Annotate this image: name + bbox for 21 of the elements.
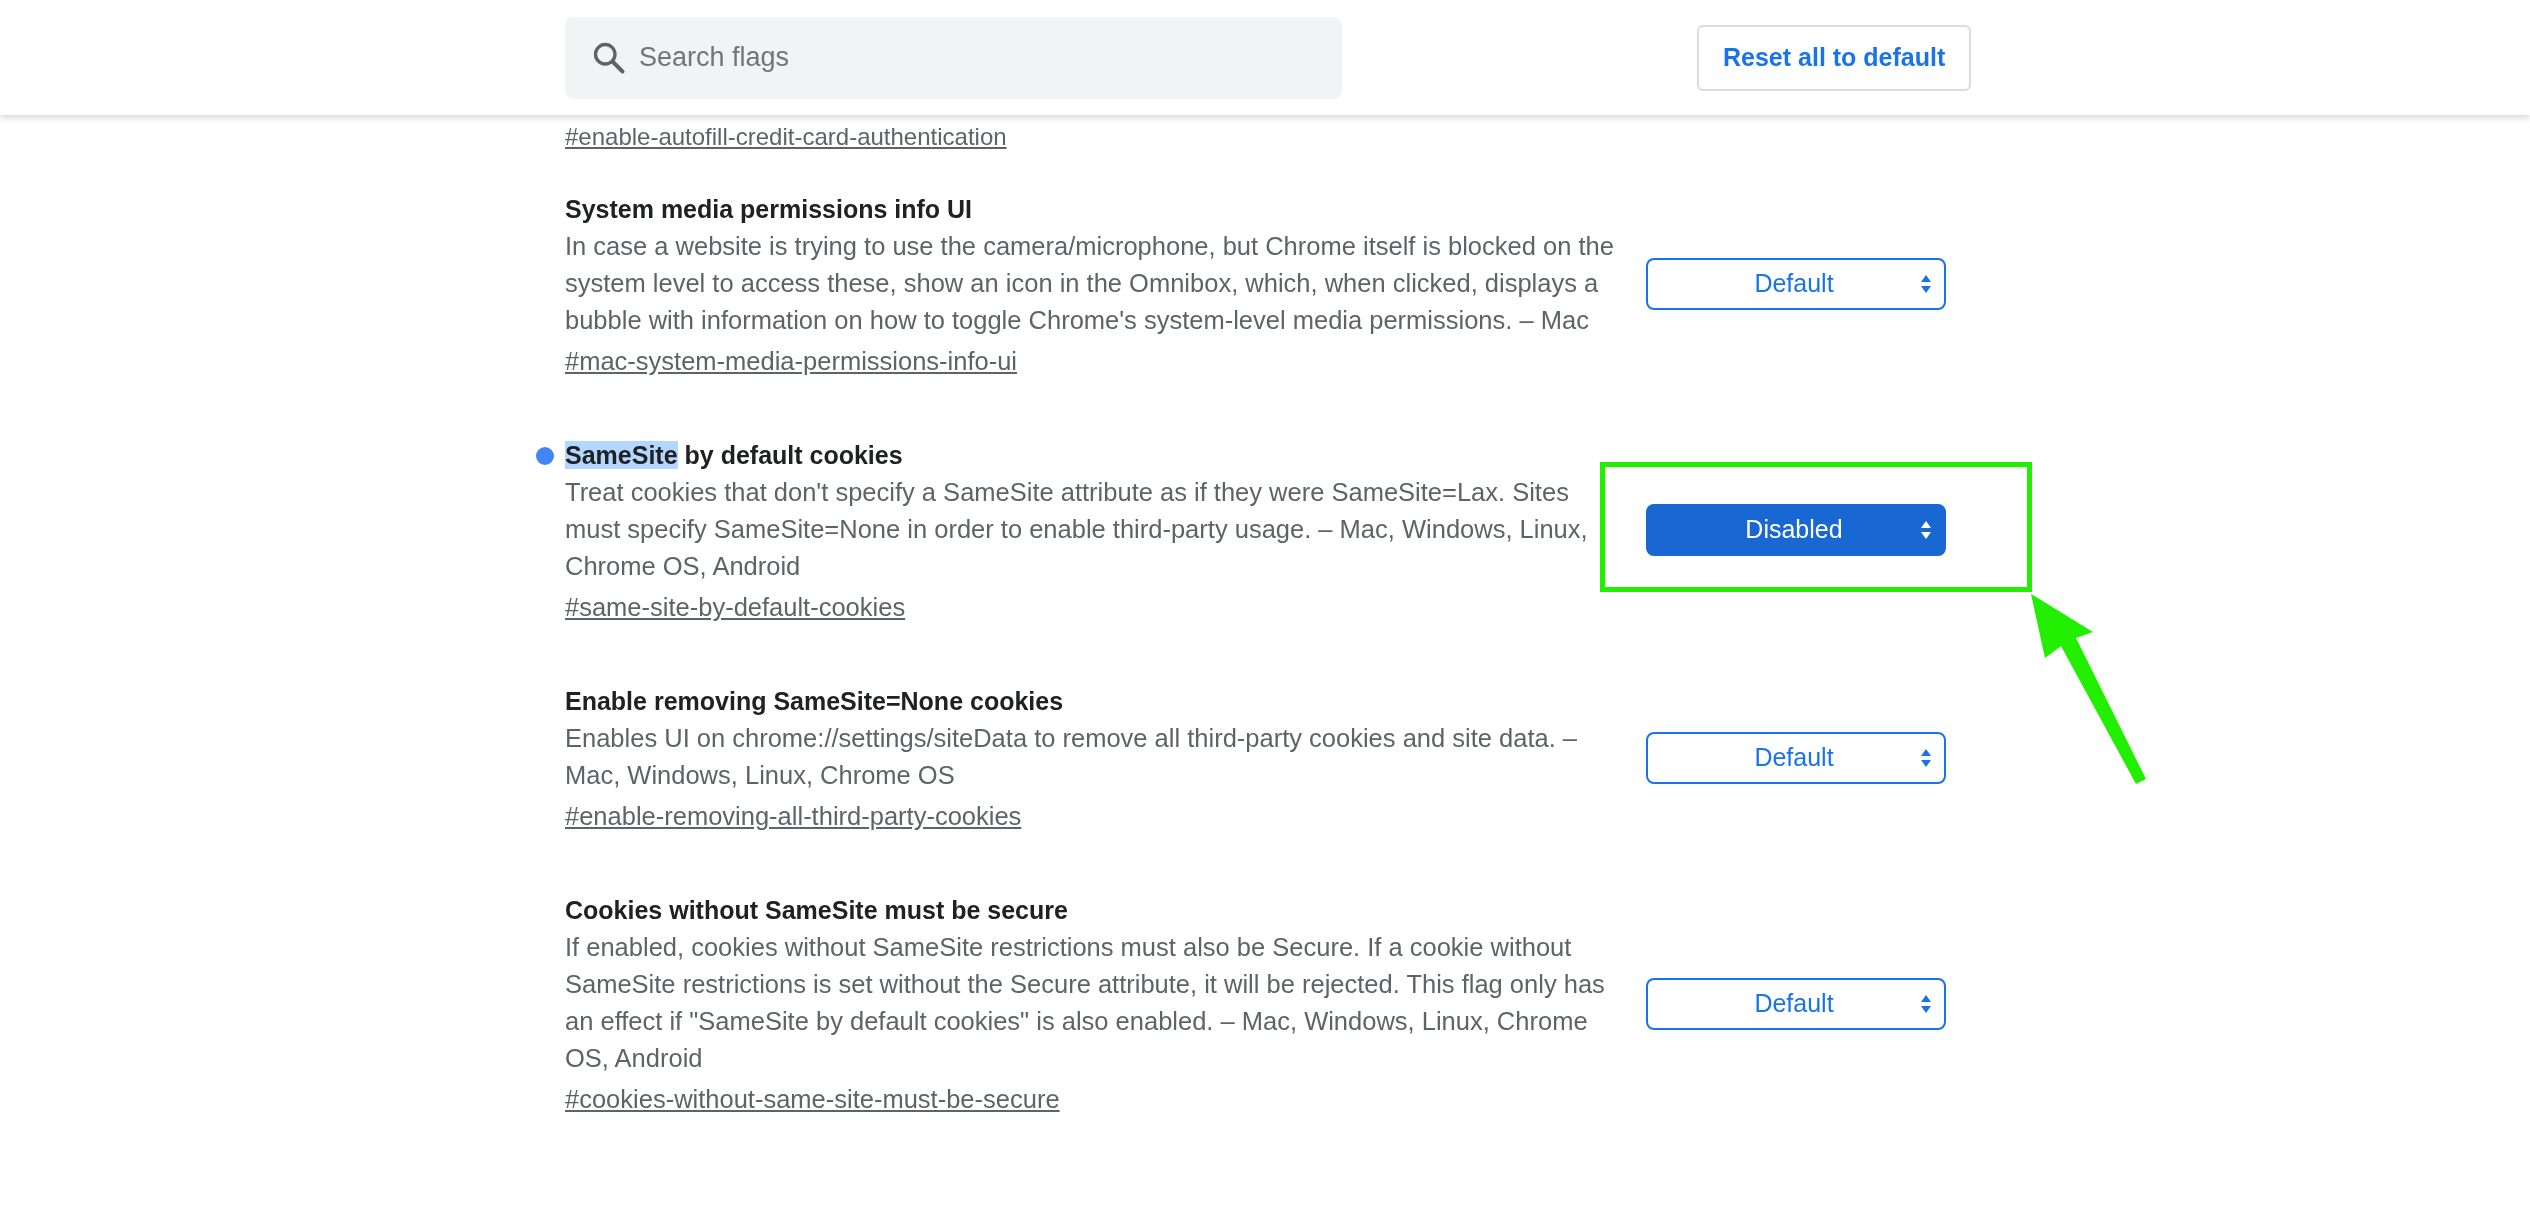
- flag-title: Enable removing SameSite=None cookies: [565, 685, 1064, 717]
- updown-arrows-icon: [1920, 519, 1932, 541]
- flag-description: If enabled, cookies without SameSite restrictions must also be Secure. If a cookie without SameSite restrictions is set without the Secure attribute, it will be rejected. This flag only has an effect if "SameSite by default cookies" is also enabled. – Mac, Windows, Linux, Chrome OS, Android: [565, 932, 1606, 1074]
- flag-link[interactable]: #same-site-by-default-cookies: [565, 593, 906, 621]
- updown-arrows-icon: [1920, 273, 1932, 295]
- flag-description: Treat cookies that don't specify a SameSite attribute as if they were SameSite=Lax. Sites must specify SameSite=None in order to enable third-party usage. – Mac, Windows, Linux, Chrome OS, Android: [565, 477, 1589, 582]
- flag-link[interactable]: #cookies-without-same-site-must-be-secure: [565, 1085, 1060, 1113]
- search-field[interactable]: Search flags: [565, 16, 1342, 99]
- flag-dropdown[interactable]: Default: [1646, 258, 1946, 310]
- flag-dropdown[interactable]: Disabled: [1646, 504, 1946, 556]
- flag-dropdown[interactable]: Default: [1646, 731, 1946, 784]
- flag-link[interactable]: #enable-removing-all-third-party-cookies: [565, 802, 1022, 830]
- flag-title: Cookies without SameSite must be secure: [565, 894, 1068, 926]
- flag-description: Enables UI on chrome://settings/siteData to remove all third-party cookies and site data. – Mac, Windows, Linux, Chrome OS: [565, 723, 1578, 791]
- reset-all-button[interactable]: Reset all to default: [1697, 24, 1972, 91]
- flag-link[interactable]: #mac-system-media-permissions-info-ui: [565, 347, 1018, 375]
- flag-link[interactable]: #enable-autofill-credit-card-authentication: [565, 123, 1007, 150]
- flag-description: In case a website is trying to use the camera/microphone, but Chrome itself is blocked on the system level to access these, show an icon in the Omnibox, which, when clicked, displays a bubble with information on how to toggle Chrome's system-level media permissions. – Mac: [565, 231, 1615, 336]
- flag-title: SameSite by default cookies: [565, 439, 903, 471]
- flag-title: System media permissions info UI: [565, 193, 973, 225]
- flag-dropdown[interactable]: Default: [1646, 977, 1946, 1030]
